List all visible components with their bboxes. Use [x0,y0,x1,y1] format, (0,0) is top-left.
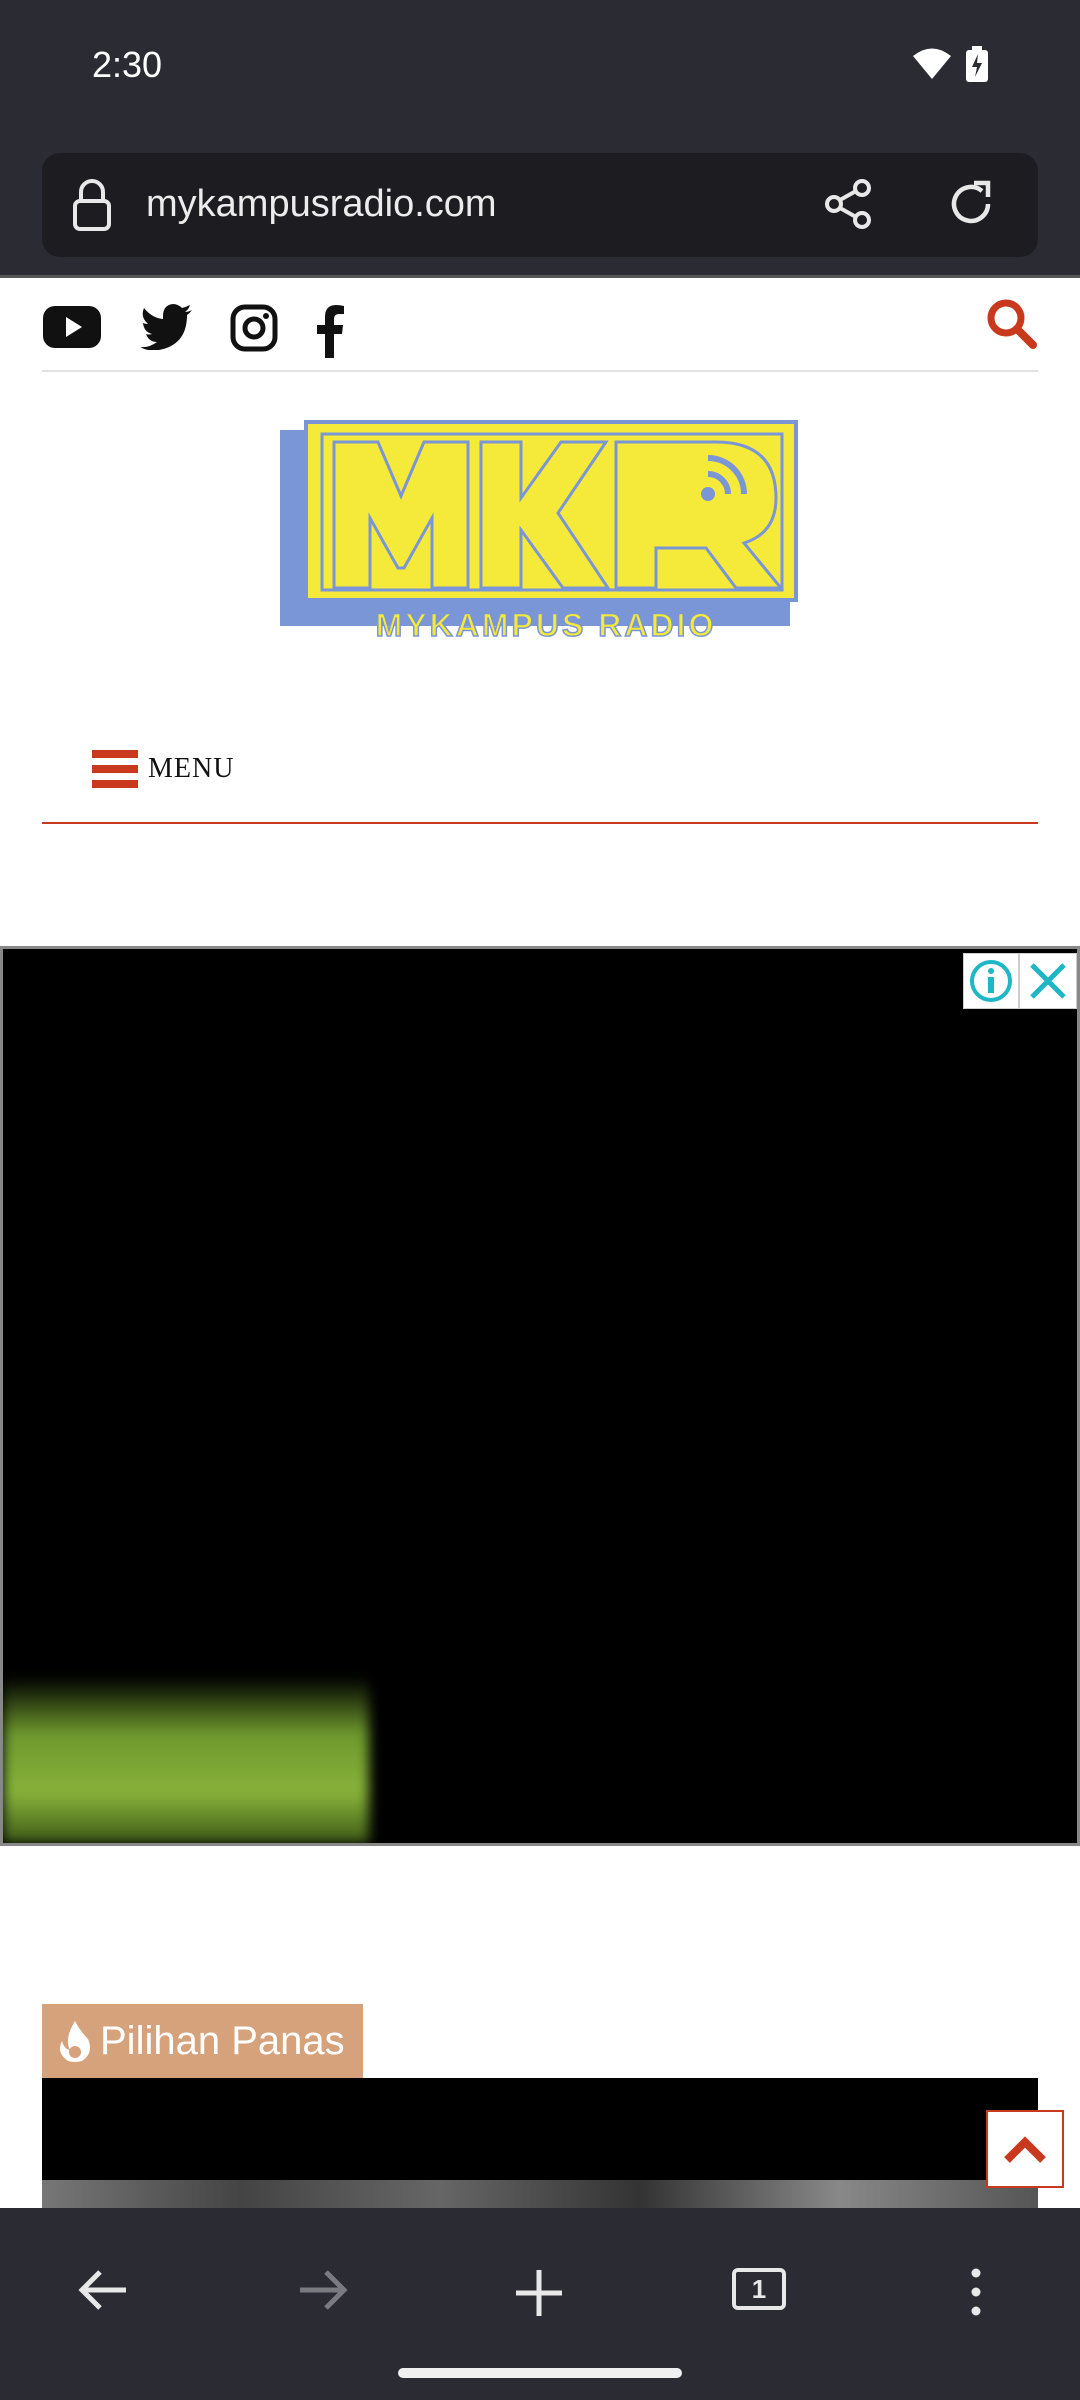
youtube-icon[interactable] [42,304,102,350]
address-bar[interactable]: mykampusradio.com [42,153,1038,257]
ad-close-button[interactable] [1019,953,1077,1009]
nav-bar: MENU [42,720,1038,824]
twitter-icon[interactable] [140,304,194,350]
status-icons [912,46,988,82]
battery-charging-icon [966,46,988,82]
browser-toolbar: mykampusradio.com [0,140,1080,278]
forward-arrow-icon[interactable] [296,2268,348,2312]
browser-bottom-bar: 1 [0,2208,1080,2400]
chevron-up-icon [1004,2136,1046,2163]
tab-switcher-button[interactable]: 1 [732,2268,786,2310]
ad-info-button[interactable] [963,953,1019,1009]
ad-image [3,1677,369,1843]
status-time: 2:30 [92,44,163,85]
more-options-icon[interactable] [966,2268,986,2316]
menu-label: MENU [148,753,235,784]
section-title: Pilihan Panas [100,2018,345,2063]
instagram-icon[interactable] [230,304,278,352]
tab-count: 1 [751,2273,767,2304]
hamburger-icon [92,750,138,788]
new-tab-icon[interactable] [514,2268,564,2318]
thumbnail-image [42,2180,1038,2208]
back-to-top-button[interactable] [986,2110,1064,2188]
advertisement[interactable] [0,946,1080,1846]
info-icon [970,960,1012,1002]
wifi-icon [913,48,951,79]
section-heading: Pilihan Panas [42,2004,363,2078]
social-bar [42,280,1038,372]
site-logo[interactable]: MYKAMPUS RADIO [276,418,804,650]
share-icon[interactable] [822,177,876,231]
back-arrow-icon[interactable] [78,2268,130,2312]
facebook-icon[interactable] [314,304,346,358]
home-indicator[interactable] [398,2368,682,2378]
menu-button[interactable]: MENU [92,748,234,790]
url-text[interactable]: mykampusradio.com [146,183,497,226]
lock-icon[interactable] [72,179,112,231]
close-icon [1030,963,1066,999]
logo-subtext: MYKAMPUS RADIO [376,607,717,643]
article-thumbnail[interactable] [42,2078,1038,2208]
flame-icon [60,2021,90,2062]
reload-icon[interactable] [944,177,998,231]
logo-graphic: MYKAMPUS RADIO [280,420,798,644]
search-icon[interactable] [984,296,1038,350]
status-bar: 2:30 [0,0,1080,140]
